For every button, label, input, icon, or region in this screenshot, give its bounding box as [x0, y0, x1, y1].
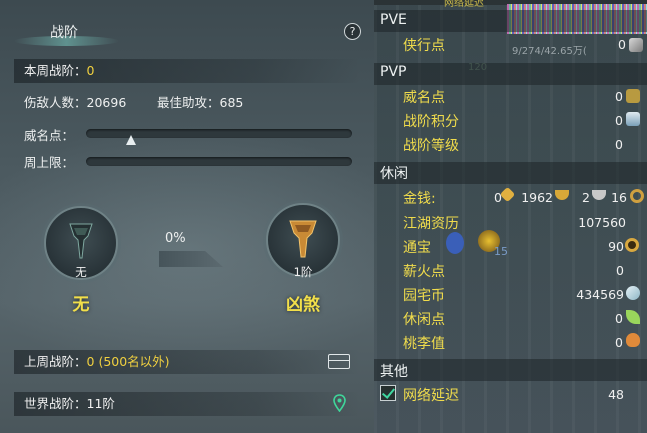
- assist-value: 685: [219, 95, 244, 110]
- help-icon[interactable]: ?: [344, 23, 361, 40]
- coin-icon: [625, 238, 639, 252]
- leisure-points-value: 0: [615, 311, 623, 326]
- rank-points-value: 0: [615, 113, 623, 128]
- money-gold-b: 1962: [521, 190, 553, 205]
- pvp-header-bg: [374, 63, 647, 85]
- mask-icon: [626, 89, 640, 103]
- next-badge-level: 1阶: [293, 265, 313, 279]
- location-pin-icon[interactable]: [333, 394, 346, 412]
- rank-points-label: 战阶积分: [403, 114, 459, 130]
- prestige-label: 威名点：: [24, 128, 75, 143]
- progress-arrow: [159, 251, 223, 267]
- jianghu-label: 江湖资历: [403, 216, 459, 232]
- weekly-cap-bar: [86, 157, 352, 166]
- peach-icon: [626, 333, 640, 347]
- pve-item-value: 0: [618, 37, 626, 52]
- rank-level-value: 0: [615, 137, 623, 152]
- weekly-rank-label: 本周战阶：: [24, 63, 87, 78]
- enemies-label: 伤敌人数：: [24, 95, 87, 110]
- money-silver: 2: [582, 190, 590, 205]
- pve-header-bg: [374, 10, 647, 32]
- rank-progress-percent: 0%: [165, 231, 186, 246]
- other-header-bg: [374, 359, 647, 381]
- home-coin-value: 434569: [576, 287, 624, 302]
- money-gold-a: 0: [494, 190, 502, 205]
- current-badge-name: 无: [72, 295, 90, 315]
- leisure-points-label: 休闲点: [403, 312, 445, 328]
- blue-gem-icon: [446, 232, 464, 254]
- leisure-section-title: 休闲: [380, 166, 408, 182]
- tongbao-label: 通宝: [403, 240, 431, 256]
- weekly-rank-value: 0: [86, 63, 95, 78]
- network-latency-label: 网络延迟: [403, 388, 459, 404]
- bg-text-3: 15: [494, 245, 508, 258]
- xinhuo-value: 0: [616, 263, 624, 278]
- crystal-icon: [626, 112, 640, 126]
- rank-level-label: 战阶等级: [403, 138, 459, 154]
- currency-panel: 网络延迟 9/274/42.65万( 120 PVE 侠行点 0 PVP 威名点…: [374, 0, 647, 433]
- next-badge-name: 凶煞: [286, 295, 320, 315]
- enemies-value: 20696: [86, 95, 127, 110]
- network-latency-checkbox[interactable]: [380, 385, 396, 401]
- jianghu-value: 107560: [578, 215, 626, 230]
- money-copper: 16: [611, 190, 627, 205]
- assist-stat: 最佳助攻：685: [157, 92, 243, 111]
- last-week-value: 0 (500名以外): [86, 354, 170, 369]
- taoli-value: 0: [615, 335, 623, 350]
- world-rank-row: 世界战阶：11阶: [14, 392, 360, 416]
- current-badge-level: 无: [75, 265, 87, 279]
- pvp-section-title: PVP: [380, 64, 407, 80]
- copper-coin-icon: [630, 189, 644, 203]
- pve-item-label: 侠行点: [403, 38, 445, 54]
- swirl-icon: [626, 286, 640, 300]
- assist-label: 最佳助攻：: [157, 95, 220, 110]
- prestige-item-label: 威名点: [403, 90, 445, 106]
- battle-rank-panel: 战阶 ? 本周战阶：0 伤敌人数：20696 最佳助攻：685 威名点： 周上限…: [0, 0, 374, 433]
- enemies-stat: 伤敌人数：20696: [24, 92, 126, 111]
- xinhuo-label: 薪火点: [403, 264, 445, 280]
- taoli-label: 桃李值: [403, 336, 445, 352]
- prestige-marker-icon: [126, 135, 137, 145]
- reward-chest-icon[interactable]: [328, 354, 350, 369]
- last-week-label: 上周战阶：: [24, 354, 87, 369]
- prestige-item-value: 0: [615, 89, 623, 104]
- last-week-row: 上周战阶：0 (500名以外): [14, 350, 360, 374]
- other-section-title: 其他: [380, 364, 408, 380]
- home-coin-label: 园宅币: [403, 288, 445, 304]
- pve-section-title: PVE: [380, 12, 407, 28]
- leisure-header-bg: [374, 162, 647, 184]
- world-rank-label: 世界战阶：: [24, 396, 87, 411]
- weekly-rank-row: 本周战阶：0: [14, 59, 360, 83]
- money-label: 金钱:: [403, 191, 436, 207]
- sword-icon: [629, 38, 643, 52]
- world-rank-value: 11阶: [86, 396, 115, 411]
- weekly-cap-label: 周上限：: [24, 155, 75, 170]
- tongbao-value: 90: [608, 239, 624, 254]
- network-latency-value: 48: [608, 387, 624, 402]
- panel-title: 战阶: [50, 25, 78, 41]
